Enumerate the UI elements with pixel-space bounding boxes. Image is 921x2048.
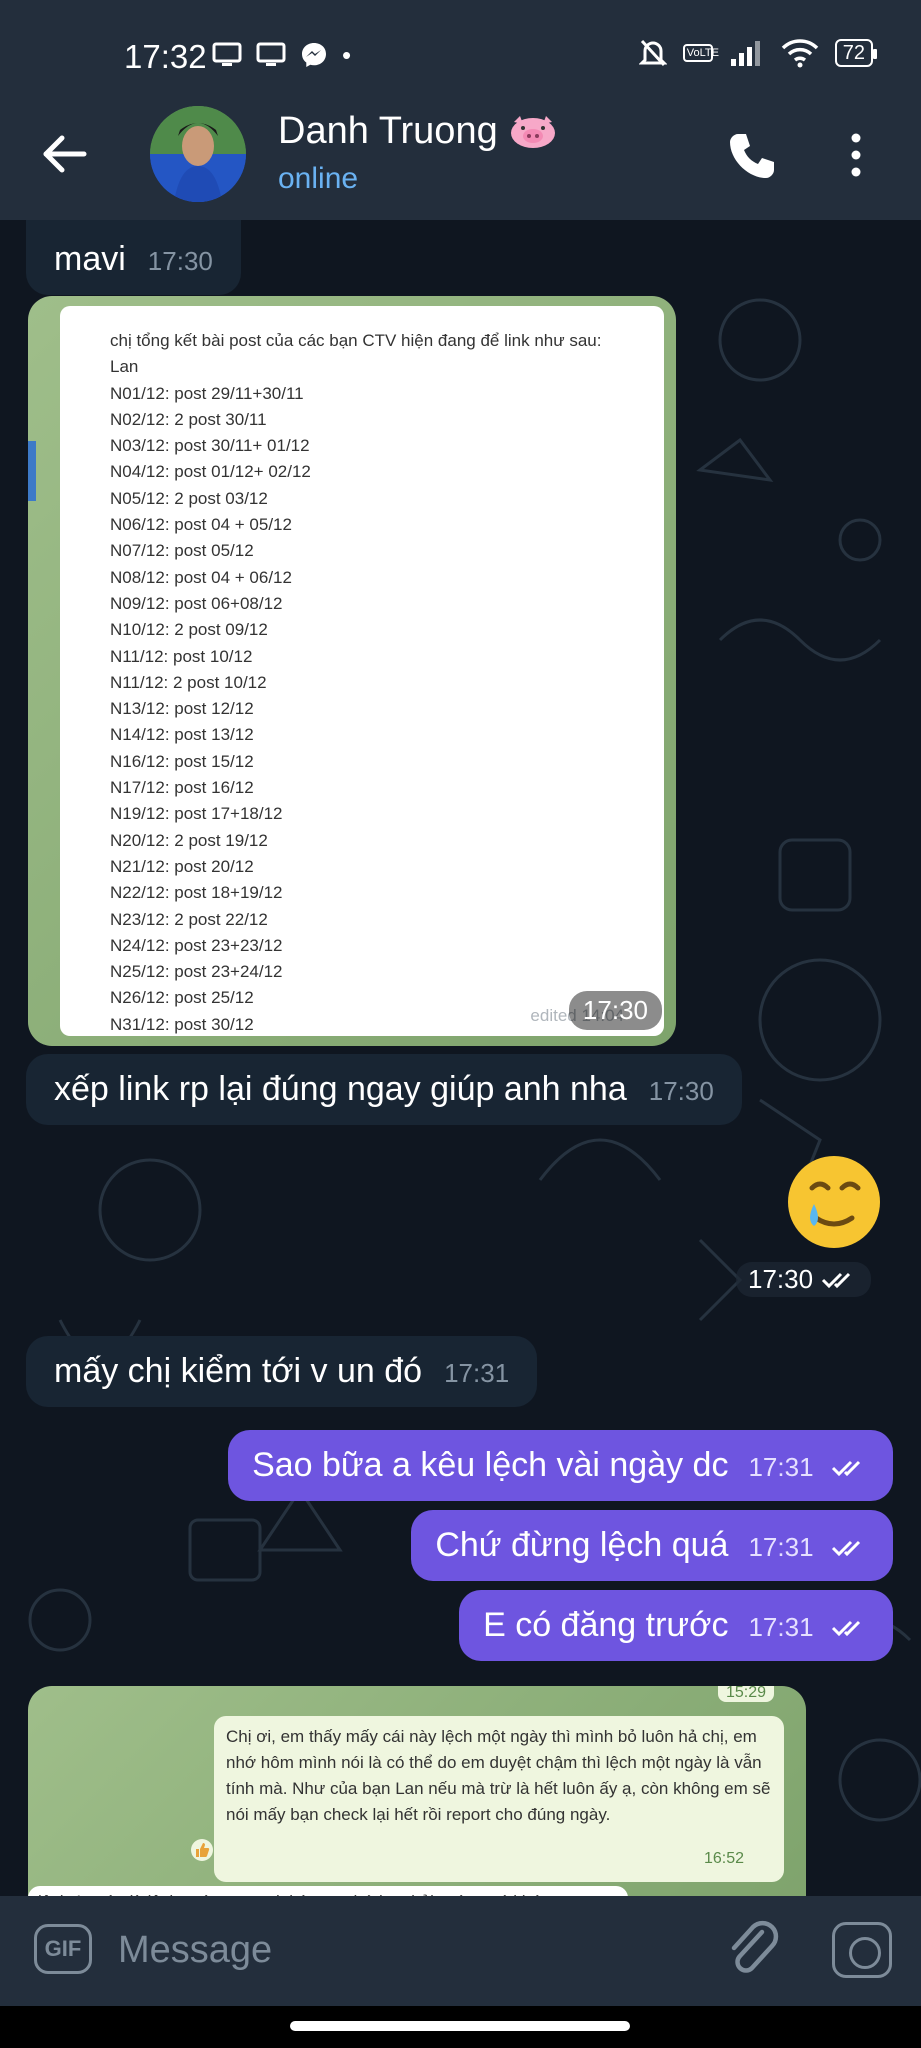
message-input-bar: GIF — [0, 1896, 921, 2006]
read-ticks-icon — [831, 1460, 861, 1477]
read-ticks-icon — [831, 1620, 861, 1637]
more-menu-icon[interactable] — [846, 130, 866, 180]
image-accent-strip — [28, 441, 36, 501]
message-time: 17:31 — [748, 1452, 814, 1482]
document-line: N21/12: post 20/12 — [110, 856, 254, 876]
message-bubble-incoming[interactable]: mấy chị kiểm tới v un đó 17:31 — [26, 1336, 538, 1407]
document-line: N04/12: post 01/12+ 02/12 — [110, 462, 311, 482]
image-chat-card: Chị ơi, em thấy mấy cái này lệch một ngà… — [214, 1716, 784, 1882]
contact-name-text: Danh Truong — [278, 110, 498, 152]
document-line: N22/12: post 18+19/12 — [110, 883, 283, 903]
document-line: Lan — [110, 357, 139, 377]
document-line: N19/12: post 17+18/12 — [110, 804, 283, 824]
message-time: 17:31 — [748, 1532, 814, 1562]
document-line: N14/12: post 13/12 — [110, 725, 254, 745]
message-time: 17:31 — [444, 1358, 510, 1388]
pig-emoji-icon — [510, 115, 555, 148]
message-text: xếp link rp lại đúng ngay giúp anh nha — [54, 1070, 627, 1108]
thumbs-up-icon — [191, 1839, 213, 1861]
crying-smile-emoji-icon[interactable] — [784, 1152, 884, 1252]
contact-name[interactable]: Danh Truong — [278, 110, 558, 153]
document-line: N02/12: 2 post 30/11 — [110, 409, 267, 429]
document-line: N13/12: post 12/12 — [110, 699, 254, 719]
message-bubble-outgoing[interactable]: Chứ đừng lệch quá 17:31 — [411, 1510, 893, 1581]
document-line: N17/12: post 16/12 — [110, 778, 254, 798]
image-time: 17:30 — [568, 991, 662, 1030]
image-inner-time: 15:29 — [718, 1686, 775, 1702]
message-input[interactable] — [118, 1922, 578, 1978]
message-text: mấy chị kiểm tới v un đó — [54, 1352, 423, 1390]
notification-icons: • — [212, 40, 351, 70]
document-line: N26/12: post 25/12 — [110, 988, 254, 1008]
message-time: 17:30 — [748, 1264, 814, 1294]
message-bubble-incoming[interactable]: mavi 17:30 — [26, 220, 241, 295]
screen-cast-icon-2 — [256, 42, 286, 66]
image-card-text: Chị ơi, em thấy mấy cái này lệch một ngà… — [226, 1727, 771, 1824]
image-document: chị tổng kết bài post của các bạn CTV hi… — [60, 306, 664, 1036]
document-line: N11/12: 2 post 10/12 — [110, 672, 267, 692]
document-line: N07/12: post 05/12 — [110, 541, 254, 561]
message-text: E có đăng trước — [483, 1606, 729, 1644]
message-time: 17:30 — [147, 246, 213, 276]
image-message[interactable]: 15:29 Chị ơi, em thấy mấy cái này lệch m… — [28, 1686, 806, 1896]
message-text: mavi — [54, 240, 126, 278]
messenger-icon — [302, 43, 326, 67]
document-line: N31/12: post 30/12 — [110, 1014, 254, 1034]
home-indicator[interactable] — [290, 2021, 630, 2031]
document-line: chị tổng kết bài post của các bạn CTV hi… — [110, 331, 602, 350]
battery-indicator: 72 — [834, 39, 878, 67]
mute-icon — [638, 39, 667, 67]
document-line: N20/12: 2 post 19/12 — [110, 830, 268, 850]
document-line: N08/12: post 04 + 06/12 — [110, 567, 292, 587]
read-ticks-icon — [822, 1272, 851, 1288]
phone-icon[interactable] — [724, 128, 780, 184]
image-cut-text: lệch 1 ngày là lệch ngày tương lai á em,… — [28, 1886, 628, 1896]
document-line: N09/12: post 06+08/12 — [110, 593, 283, 613]
image-card-time: 16:52 — [703, 1850, 744, 1867]
volte-icon: VoLTE — [682, 44, 719, 62]
avatar-photo — [150, 106, 246, 202]
system-icons: VoLTE 72 — [638, 38, 878, 68]
document-line: N24/12: post 23+23/12 — [110, 935, 283, 955]
message-time: 17:31 — [748, 1612, 814, 1642]
document-line: N01/12: post 29/11+30/11 — [110, 383, 304, 403]
chat-area[interactable]: mavi 17:30 chị tổng kết bài post của các … — [0, 220, 921, 1896]
document-line: N10/12: 2 post 09/12 — [110, 620, 268, 640]
gif-button[interactable]: GIF — [34, 1924, 92, 1974]
document-line: N16/12: post 15/12 — [110, 751, 254, 771]
document-line: N05/12: 2 post 03/12 — [110, 488, 268, 508]
signal-icon — [730, 41, 760, 66]
message-bubble-incoming[interactable]: xếp link rp lại đúng ngay giúp anh nha 17… — [26, 1054, 742, 1125]
message-time: 17:30 — [648, 1076, 714, 1106]
message-bubble-outgoing[interactable]: Sao bữa a kêu lệch vài ngày dc 17:31 — [228, 1430, 893, 1501]
status-bar: 17:32 • VoLTE 72 — [0, 0, 921, 100]
document-line: N03/12: post 30/11+ 01/12 — [110, 436, 310, 456]
message-text: Sao bữa a kêu lệch vài ngày dc — [252, 1446, 729, 1484]
message-text: Chứ đừng lệch quá — [435, 1526, 729, 1564]
avatar[interactable] — [150, 106, 246, 202]
document-line: N25/12: post 23+24/12 — [110, 962, 283, 982]
screen-cast-icon — [212, 42, 242, 66]
read-ticks-icon — [831, 1540, 861, 1557]
camera-icon[interactable] — [832, 1922, 892, 1978]
document-text: chị tổng kết bài post của các bạn CTV hi… — [110, 328, 601, 1038]
status-time: 17:32 — [124, 38, 207, 75]
dot-icon: • — [342, 40, 352, 70]
back-arrow-icon[interactable] — [36, 124, 96, 184]
document-line: N11/12: post 10/12 — [110, 646, 253, 666]
message-bubble-outgoing[interactable]: E có đăng trước 17:31 — [459, 1590, 893, 1661]
document-line: N23/12: 2 post 22/12 — [110, 909, 268, 929]
document-line: N06/12: post 04 + 05/12 — [110, 515, 292, 535]
paperclip-icon[interactable] — [722, 1918, 782, 1980]
wifi-icon — [781, 39, 818, 68]
contact-status: online — [278, 162, 359, 195]
emoji-message-time: 17:30 — [736, 1262, 872, 1297]
image-message[interactable]: chị tổng kết bài post của các bạn CTV hi… — [28, 296, 676, 1046]
